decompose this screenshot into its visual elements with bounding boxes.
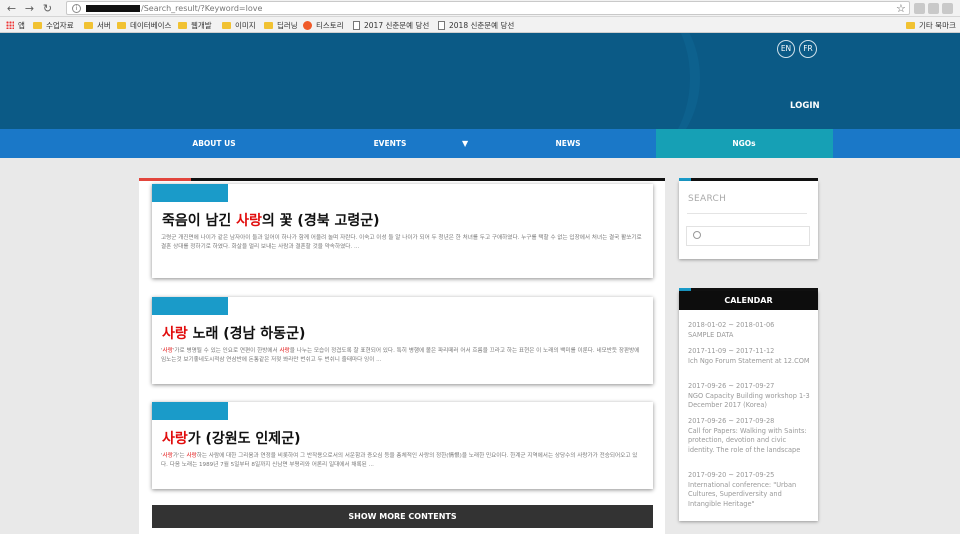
extension-icon[interactable] [914,3,925,14]
site-header: EN FR LOGIN [0,33,960,129]
bookmark-folder[interactable]: 이미지 [222,17,256,33]
url-path: /Search_result/?Keyword=love [141,3,263,13]
result-title[interactable]: 사랑 노래 (경남 하동군) [162,323,305,343]
result-snippet: 고령군 개진면에 나이가 같은 남자아이 둘과 일어이 하나가 함께 어울려 놀… [161,235,642,250]
search-input[interactable] [686,226,810,246]
bookmark-tistory[interactable]: 티스토리 [303,17,344,33]
bookmark-folder[interactable]: 딥러닝 [264,17,298,33]
search-widget: SEARCH [679,181,818,259]
apps-grid-icon [6,21,14,29]
calendar-event[interactable]: 2017-09-26 ~ 2017-09-27 NGO Capacity Buil… [688,382,812,411]
calendar-event[interactable]: 2017-09-20 ~ 2017-09-25 International con… [688,471,812,509]
dropdown-arrow-icon[interactable]: ▼ [462,129,468,158]
folder-icon [117,21,126,29]
nav-news[interactable]: NEWS [524,129,612,158]
forward-icon[interactable]: → [23,2,36,15]
folder-icon [222,21,231,29]
card-tab [152,297,228,315]
card-tab [152,184,228,202]
nav-about-us[interactable]: ABOUT US [170,129,258,158]
show-more-button[interactable]: SHOW MORE CONTENTS [152,505,653,528]
bookmark-other[interactable]: 기타 북마크 [906,17,956,33]
document-icon [353,20,360,30]
extension-icons [914,3,953,14]
result-card[interactable]: 죽음이 남긴 사랑의 꽃 (경북 고령군) 고령군 개진면에 나이가 같은 남자… [152,184,653,278]
address-bar[interactable]: i /Search_result/?Keyword=love [66,1,910,15]
calendar-event[interactable]: 2017-11-09 ~ 2017-11-12 Ich Ngo Forum Sta… [688,347,812,366]
redacted-domain [86,4,140,12]
search-heading: SEARCH [688,194,727,204]
info-icon[interactable]: i [72,3,81,13]
search-icon [693,231,701,239]
calendar-widget: CALENDAR 2018-01-02 ~ 2018-01-06 SAMPLE D… [679,291,818,521]
main-nav: ABOUT US EVENTS ▼ NEWS NGOs [0,129,960,158]
extension-icon[interactable] [942,3,953,14]
calendar-heading: CALENDAR [679,291,818,310]
result-card[interactable]: 사랑 노래 (경남 하동군) '사랑'가로 병명될 수 있는 인요로 연편이 한… [152,297,653,384]
card-tab [152,402,228,420]
bookmark-folder[interactable]: 웹개발 [178,17,212,33]
bookmarks-bar: 앱 수업자료 서버 데이터베이스 웹개발 이미지 딥러닝 티스토리 2017 신… [0,17,960,33]
bookmark-apps[interactable]: 앱 [6,17,25,33]
header-decoration [560,33,700,129]
language-fr-button[interactable]: FR [799,40,817,58]
tistory-icon [303,20,312,30]
divider [687,213,807,214]
calendar-event[interactable]: 2018-01-02 ~ 2018-01-06 SAMPLE DATA [688,321,812,340]
bookmark-star-icon[interactable]: ☆ [896,0,906,17]
bookmark-folder[interactable]: 데이터베이스 [117,17,171,33]
result-title[interactable]: 사랑가 (강원도 인제군) [162,428,300,448]
extension-icon[interactable] [928,3,939,14]
result-snippet: '사랑'가로 병명될 수 있는 인요로 연편이 한방에서 사랑을 나누는 모습이… [161,348,640,363]
folder-icon [84,21,93,29]
result-title[interactable]: 죽음이 남긴 사랑의 꽃 (경북 고령군) [162,210,380,230]
folder-icon [178,21,187,29]
calendar-event[interactable]: 2017-09-26 ~ 2017-09-28 Call for Papers: … [688,417,812,455]
nav-events[interactable]: EVENTS [346,129,434,158]
language-en-button[interactable]: EN [777,40,795,58]
back-icon[interactable]: ← [5,2,18,15]
result-snippet: '사랑가'는 사랑하는 사람에 대한 그리움과 연정을 비롯하여 그 반작용으로… [161,453,638,468]
bookmark-folder[interactable]: 수업자료 [33,17,74,33]
folder-icon [906,21,915,29]
result-card[interactable]: 사랑가 (강원도 인제군) '사랑가'는 사랑하는 사람에 대한 그리움과 연정… [152,402,653,489]
bookmark-folder[interactable]: 서버 [84,17,111,33]
browser-toolbar: ← → ↻ i /Search_result/?Keyword=love ☆ [0,0,960,17]
nav-ngos[interactable]: NGOs [700,129,788,158]
document-icon [438,20,445,30]
login-link[interactable]: LOGIN [790,101,820,111]
bookmark-page[interactable]: 2017 신춘문예 당선 [353,17,429,33]
reload-icon[interactable]: ↻ [41,2,54,15]
folder-icon [264,21,273,29]
bookmark-page[interactable]: 2018 신춘문예 당선 [438,17,514,33]
folder-icon [33,21,42,29]
